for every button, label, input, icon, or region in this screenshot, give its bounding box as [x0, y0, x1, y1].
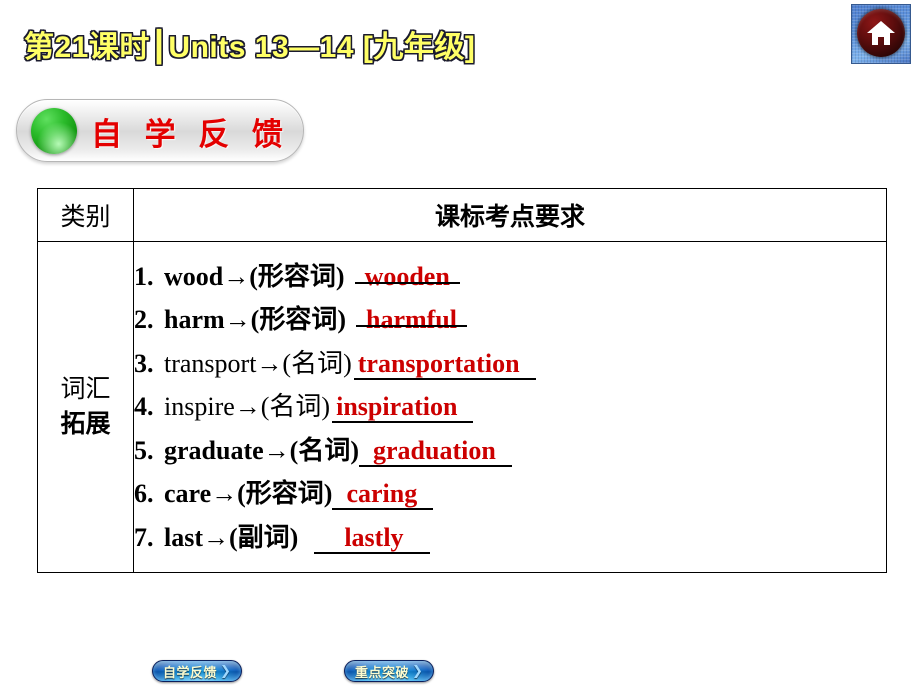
list-item: 5. graduate→(名词) graduation	[134, 429, 886, 472]
requirement-cell: 1. wood→(形容词) wooden 2. harm→(形容词) harmful 3…	[133, 241, 887, 573]
nav-button-label: 重点突破	[355, 664, 410, 680]
item-question: harm→(形容词)	[164, 305, 346, 335]
item-answer: graduation	[358, 435, 512, 467]
category-label-line2: 拓展	[60, 410, 111, 438]
item-question: transport→(名词)	[164, 348, 352, 378]
list-item: 7. last→(副词) lastly	[134, 516, 886, 559]
chevron-right-icon: ❯	[412, 663, 423, 678]
page-title: 第21课时┃Units 13—14 [九年级]	[24, 31, 476, 64]
item-number: 7.	[134, 522, 154, 552]
table-header-row: 类别 课标考点要求	[37, 188, 887, 242]
item-number: 5.	[134, 435, 154, 465]
item-number: 6.	[134, 479, 154, 509]
item-answer: inspiration	[332, 392, 474, 424]
column-header-category: 类别	[37, 188, 134, 242]
item-answer: harmful	[356, 305, 467, 334]
item-answer: transportation	[353, 348, 536, 380]
list-item: 6. care→(形容词) caring	[134, 472, 886, 515]
chevron-right-icon: ❯	[220, 663, 231, 678]
vocabulary-list: 1. wood→(形容词) wooden 2. harm→(形容词) harmful 3…	[134, 255, 886, 559]
column-header-requirement: 课标考点要求	[133, 188, 887, 242]
item-question: wood→(形容词)	[164, 262, 345, 292]
list-item: 3. transport→(名词) transportation	[134, 342, 886, 385]
section-banner: 自 学 反 馈	[16, 99, 304, 162]
item-number: 2.	[134, 305, 154, 335]
home-button-disc	[857, 9, 905, 57]
item-question: last→(副词)	[164, 522, 299, 552]
item-question: inspire→(名词)	[164, 392, 331, 422]
nav-button-self-study[interactable]: 自学反馈 ❯	[152, 660, 242, 682]
table-row: 词汇 拓展 1. wood→(形容词) wooden 2. harm→(形容词) har…	[37, 241, 887, 573]
item-number: 4.	[134, 392, 154, 422]
item-question: graduate→(名词)	[164, 435, 359, 465]
item-question: care→(形容词)	[164, 479, 333, 509]
list-item: 4. inspire→(名词) inspiration	[134, 385, 886, 428]
item-answer: caring	[332, 479, 434, 511]
item-number: 1.	[134, 262, 154, 292]
item-number: 3.	[134, 348, 154, 378]
list-item: 1. wood→(形容词) wooden	[134, 255, 886, 298]
item-answer: wooden	[355, 262, 460, 291]
home-button[interactable]	[851, 4, 911, 64]
list-item: 2. harm→(形容词) harmful	[134, 298, 886, 341]
category-label-line1: 词汇	[60, 374, 111, 403]
content-table: 类别 课标考点要求 词汇 拓展 1. wood→(形容词) wooden 2. har…	[37, 188, 887, 573]
home-icon	[867, 21, 895, 45]
nav-button-key-points[interactable]: 重点突破 ❯	[344, 660, 434, 682]
category-cell: 词汇 拓展	[37, 241, 134, 573]
section-banner-label: 自 学 反 馈	[91, 117, 290, 152]
title-bar: 第21课时┃Units 13—14 [九年级]	[0, 0, 920, 88]
nav-button-label: 自学反馈	[163, 664, 218, 680]
item-answer: lastly	[314, 522, 430, 554]
banner-bullet-icon	[31, 108, 77, 154]
